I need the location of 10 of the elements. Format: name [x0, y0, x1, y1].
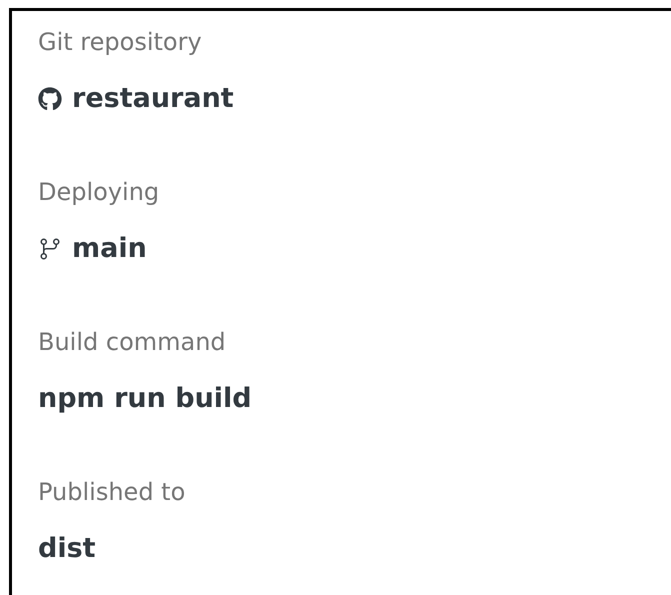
field-label: Build command — [38, 327, 226, 358]
field-value: restaurant — [72, 82, 234, 116]
github-icon — [38, 87, 62, 111]
field-value: npm run build — [38, 382, 252, 416]
field-label: Deploying — [38, 177, 160, 208]
field-value: main — [72, 232, 147, 266]
branch-icon — [38, 237, 62, 261]
field-value: dist — [38, 532, 96, 566]
field-label: Git repository — [38, 27, 202, 58]
field-label: Published to — [38, 477, 186, 508]
